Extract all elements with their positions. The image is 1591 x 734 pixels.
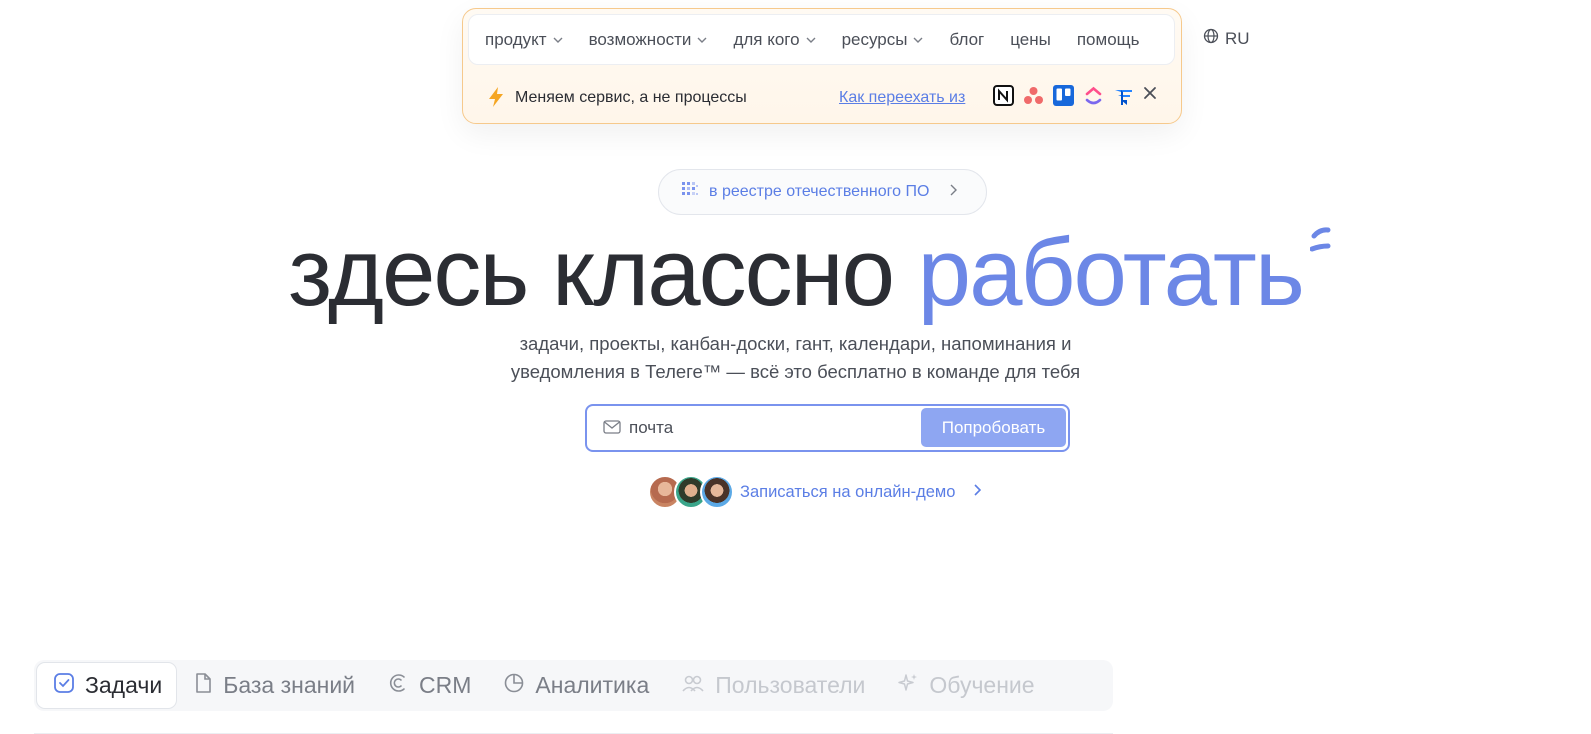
announcement-banner: Меняем сервис, а не процессы Как перееха… — [463, 75, 1180, 119]
migration-link[interactable]: Как переехать из — [839, 89, 965, 107]
signup-form: Попробовать — [585, 404, 1070, 452]
sparkle-decoration-icon — [1309, 224, 1332, 269]
globe-icon — [1203, 28, 1219, 49]
nav-item-label: ресурсы — [841, 29, 908, 49]
nav-item-pricing[interactable]: цены — [1010, 30, 1051, 50]
nav-container: продукт возможности для кого ресурсы бло… — [462, 8, 1182, 124]
demo-link[interactable]: Записаться на онлайн-демо — [740, 483, 955, 502]
chevron-down-icon — [553, 35, 563, 45]
hero-title-accent: работать — [917, 219, 1305, 326]
nav-item-audience[interactable]: для кого — [733, 29, 816, 50]
nav-item-label: помощь — [1076, 29, 1140, 49]
users-icon — [681, 672, 705, 700]
tab-crm[interactable]: CRM — [371, 662, 487, 709]
nav-item-product[interactable]: продукт — [485, 30, 563, 50]
language-switcher[interactable]: RU — [1203, 28, 1250, 49]
tab-analytics[interactable]: Аналитика — [487, 662, 665, 709]
document-icon — [193, 672, 213, 700]
avatar — [700, 475, 734, 509]
tab-label: Пользователи — [715, 672, 866, 698]
tab-label: Задачи — [85, 672, 163, 698]
lightning-icon — [487, 86, 505, 113]
main-nav: продукт возможности для кого ресурсы бло… — [468, 14, 1175, 65]
trello-icon[interactable] — [1053, 85, 1074, 106]
nav-item-label: блог — [949, 29, 985, 49]
pie-chart-icon — [503, 672, 525, 700]
hero-subtitle: задачи, проекты, канбан-доски, гант, кал… — [0, 330, 1591, 386]
product-tabs: Задачи База знаний CRM Аналитика Пользов… — [34, 660, 1113, 711]
clickup-icon[interactable] — [1083, 85, 1104, 106]
announcement-text: Меняем сервис, а не процессы — [515, 89, 747, 106]
nav-item-features[interactable]: возможности — [589, 30, 708, 50]
sparkle-icon — [897, 672, 919, 700]
service-icons — [993, 85, 1134, 106]
try-button[interactable]: Попробовать — [921, 408, 1066, 447]
tab-label: База знаний — [223, 672, 356, 698]
language-label: RU — [1225, 28, 1250, 48]
tab-users[interactable]: Пользователи — [665, 662, 881, 709]
jira-icon[interactable] — [1113, 85, 1134, 106]
tab-label: Обучение — [929, 672, 1035, 698]
demo-signup: Записаться на онлайн-демо — [648, 475, 982, 509]
chevron-down-icon — [697, 35, 707, 45]
hero-title: здесь классно работать — [0, 218, 1591, 328]
nav-item-help[interactable]: помощь — [1077, 30, 1140, 50]
hero-title-main: здесь классно — [288, 219, 918, 326]
registry-icon — [681, 181, 699, 204]
close-icon[interactable] — [1143, 86, 1157, 105]
tab-tasks[interactable]: Задачи — [36, 662, 178, 709]
nav-item-label: продукт — [485, 29, 547, 49]
tab-knowledge-base[interactable]: База знаний — [177, 662, 371, 709]
nav-item-label: для кого — [733, 29, 800, 49]
nav-item-blog[interactable]: блог — [949, 30, 984, 50]
check-square-icon — [53, 672, 75, 700]
hero-subtitle-line: уведомления в Телеге™ — всё это бесплатн… — [510, 361, 1081, 382]
tab-learning[interactable]: Обучение — [881, 662, 1050, 709]
hero-subtitle-line: задачи, проекты, канбан-доски, гант, кал… — [519, 333, 1072, 354]
chevron-down-icon — [806, 35, 816, 45]
notion-icon[interactable] — [993, 85, 1014, 106]
tab-label: CRM — [419, 672, 472, 698]
nav-item-label: цены — [1010, 29, 1051, 49]
chevron-right-icon — [949, 183, 958, 201]
chevron-down-icon — [913, 35, 923, 45]
mail-icon — [603, 419, 621, 440]
nav-item-resources[interactable]: ресурсы — [842, 30, 924, 50]
crm-icon — [387, 672, 409, 700]
registry-label: в реестре отечественного ПО — [709, 183, 930, 200]
avatar-group — [648, 475, 736, 509]
asana-icon[interactable] — [1023, 85, 1044, 106]
email-input[interactable] — [629, 413, 899, 443]
nav-item-label: возможности — [588, 29, 692, 49]
registry-badge[interactable]: в реестре отечественного ПО — [658, 169, 987, 215]
tab-label: Аналитика — [535, 672, 650, 698]
chevron-right-icon[interactable] — [973, 483, 982, 501]
